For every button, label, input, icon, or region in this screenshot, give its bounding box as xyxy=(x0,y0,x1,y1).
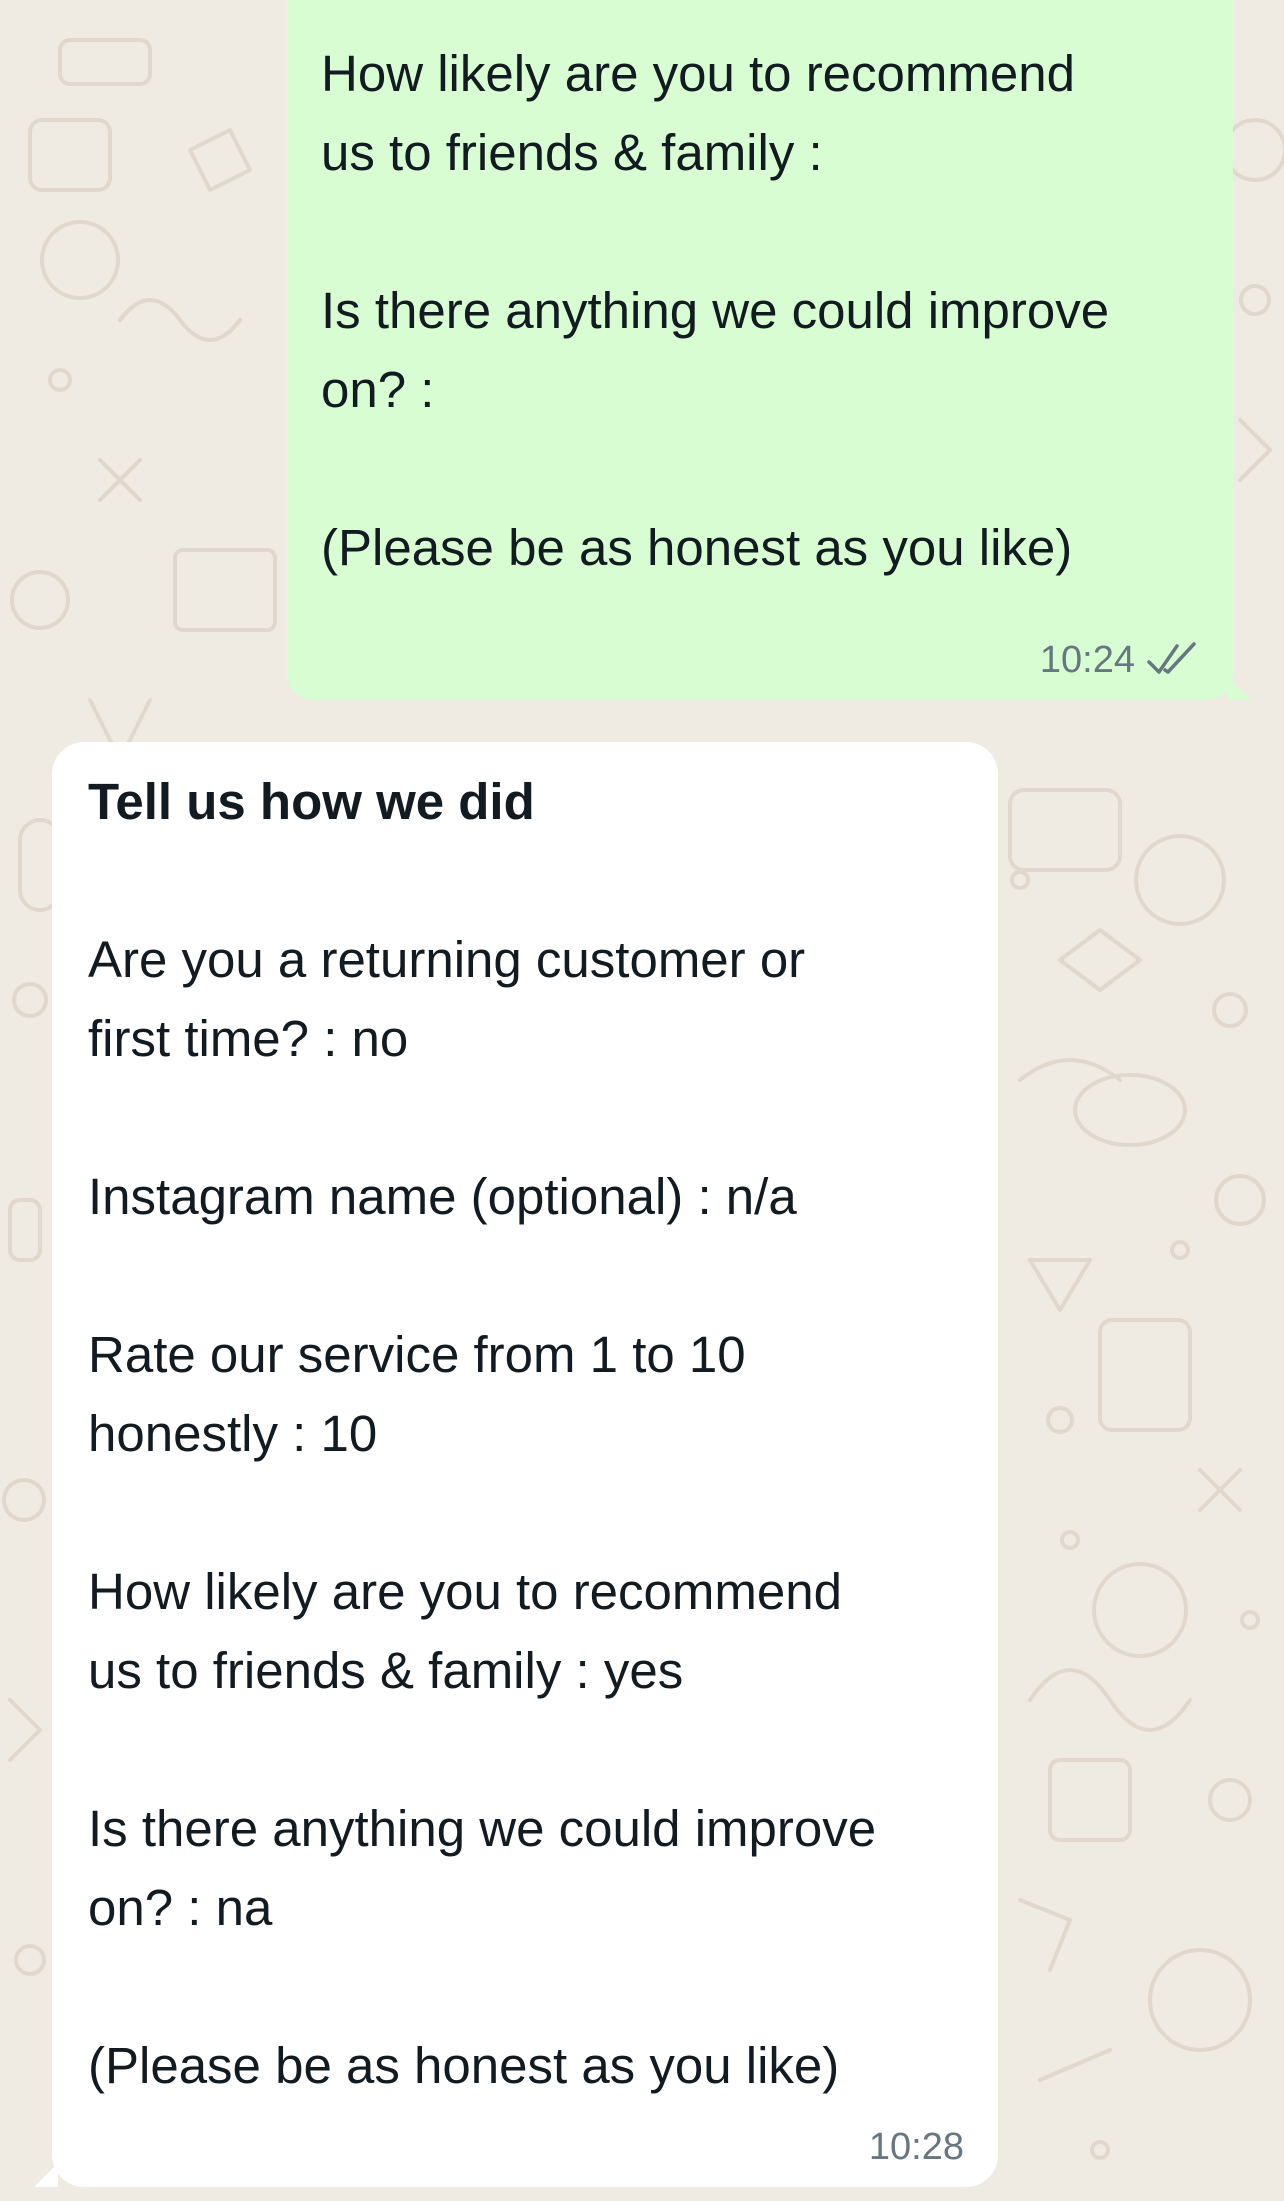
message-text-line: Rate our service from 1 to 10 xyxy=(88,1326,746,1383)
message-text-line: us to friends & family : xyxy=(321,124,823,181)
message-text-line: us to friends & family : yes xyxy=(88,1642,684,1699)
message-text-line: Is there anything we could improve xyxy=(88,1800,877,1857)
message-time: 10:28 xyxy=(868,2126,964,2168)
bubble-tail xyxy=(34,2163,58,2187)
message-text-line: (Please be as honest as you like) xyxy=(88,2037,840,2094)
message-text-line: How likely are you to recommend xyxy=(88,1563,842,1620)
message-time: 10:24 xyxy=(1039,639,1135,681)
incoming-message-bubble[interactable]: Tell us how we did Are you a returning c… xyxy=(34,742,998,2187)
bubble-tail xyxy=(1227,676,1251,700)
message-text-line: (Please be as honest as you like) xyxy=(321,519,1073,576)
message-text-line: on? : xyxy=(321,361,435,418)
message-meta: 10:28 xyxy=(869,2125,964,2169)
message-text-line: honestly : 10 xyxy=(88,1405,378,1462)
message-text-line: How likely are you to recommend xyxy=(321,45,1075,102)
double-tick-icon xyxy=(1147,642,1196,674)
message-title: Tell us how we did xyxy=(88,773,535,830)
message-text-line: on? : na xyxy=(88,1879,273,1936)
message-text-line: Are you a returning customer or xyxy=(88,931,806,988)
message-text-line: Instagram name (optional) : n/a xyxy=(88,1168,797,1225)
message-text-line: Is there anything we could improve xyxy=(321,282,1110,339)
message-meta: 10:24 xyxy=(1040,638,1199,682)
message-text-line: first time? : no xyxy=(88,1010,409,1067)
outgoing-message-bubble[interactable]: How likely are you to recommend us to fr… xyxy=(287,0,1251,700)
